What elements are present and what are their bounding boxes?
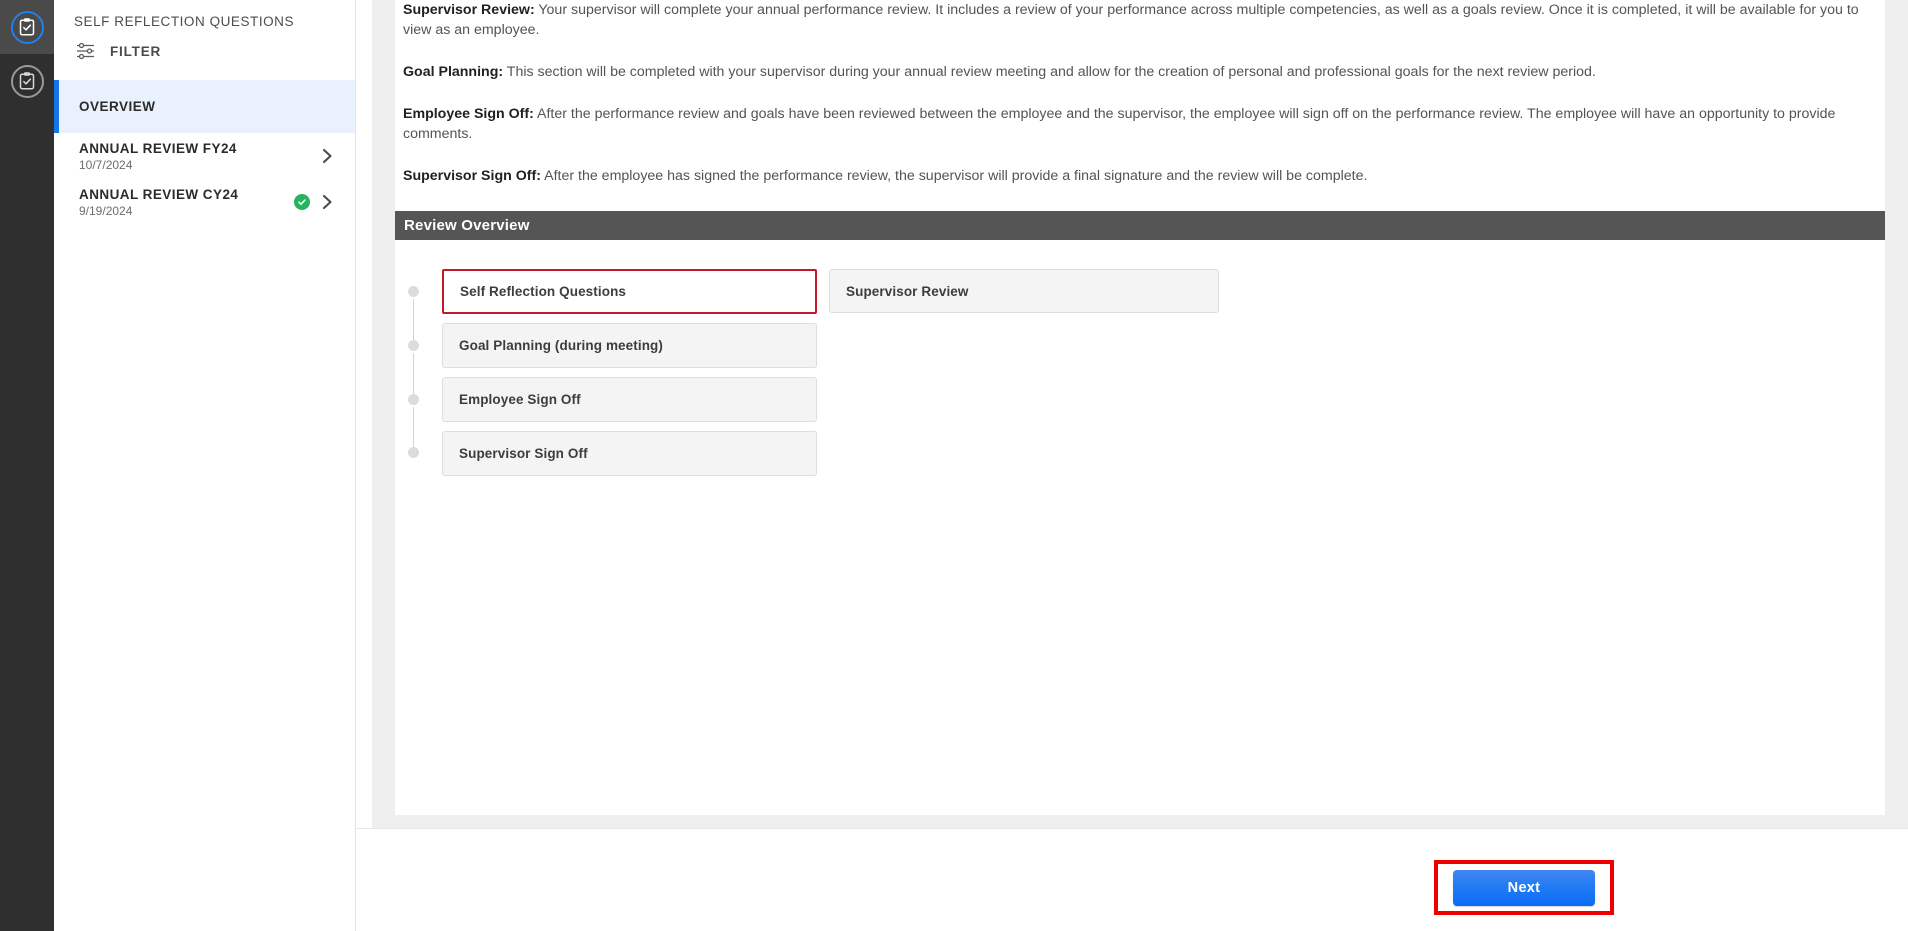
sidebar-item-date: 9/19/2024 xyxy=(79,203,133,218)
content-wrapper: Supervisor Review: Your supervisor will … xyxy=(357,0,1908,828)
paragraph-body: Your supervisor will complete your annua… xyxy=(403,2,1859,38)
timeline-dot xyxy=(408,447,419,458)
step-card-goal-planning[interactable]: Goal Planning (during meeting) xyxy=(442,323,817,368)
step-label: Employee Sign Off xyxy=(459,392,581,407)
review-overview-title: Review Overview xyxy=(404,217,530,234)
paragraph-employee-sign-off: Employee Sign Off: After the performance… xyxy=(395,104,1877,144)
steps-timeline xyxy=(395,269,442,485)
filter-button[interactable]: FILTER xyxy=(54,30,355,74)
steps-primary-column: Self Reflection Questions Goal Planning … xyxy=(442,269,817,485)
right-gutter-strip xyxy=(1885,0,1908,828)
step-card-employee-sign-off[interactable]: Employee Sign Off xyxy=(442,377,817,422)
step-label: Self Reflection Questions xyxy=(460,284,627,299)
left-gutter-strip xyxy=(372,0,395,828)
paragraph-term: Supervisor Review: xyxy=(403,2,535,18)
sidebar-item-text: ANNUAL REVIEW FY24 10/7/2024 xyxy=(79,141,237,172)
content-card: Supervisor Review: Your supervisor will … xyxy=(395,0,1885,815)
rail-item-self-reflection[interactable] xyxy=(0,0,54,54)
paragraph-term: Supervisor Sign Off: xyxy=(403,168,541,184)
step-card-supervisor-sign-off[interactable]: Supervisor Sign Off xyxy=(442,431,817,476)
tune-slider-icon xyxy=(76,42,96,60)
timeline-dot xyxy=(408,286,419,297)
chevron-right-icon[interactable] xyxy=(320,193,335,211)
paragraph-body: After the performance review and goals h… xyxy=(403,106,1836,142)
review-steps-area: Self Reflection Questions Goal Planning … xyxy=(395,240,1885,485)
sidebar-nav-list: OVERVIEW ANNUAL REVIEW FY24 10/7/2024 AN… xyxy=(54,80,355,225)
sidebar-item-overview-label: OVERVIEW xyxy=(79,99,156,114)
next-button-annotation: Next xyxy=(1434,860,1614,915)
icon-rail xyxy=(0,0,54,931)
sidebar-item-date: 10/7/2024 xyxy=(79,157,133,172)
sidebar-item-right xyxy=(294,193,335,211)
app-root: SELF REFLECTION QUESTIONS FILTER OVERVIE… xyxy=(0,0,1908,931)
timeline-dot xyxy=(408,394,419,405)
timeline-connector xyxy=(413,353,414,395)
sidebar-item-title: ANNUAL REVIEW FY24 xyxy=(79,140,237,156)
paragraph-body: After the employee has signed the perfor… xyxy=(540,168,1368,184)
review-overview-header: Review Overview xyxy=(395,211,1885,240)
intro-paragraphs: Supervisor Review: Your supervisor will … xyxy=(395,0,1885,186)
paragraph-supervisor-review: Supervisor Review: Your supervisor will … xyxy=(395,0,1877,40)
sidebar: SELF REFLECTION QUESTIONS FILTER OVERVIE… xyxy=(54,0,356,931)
clipboard-check-icon xyxy=(10,10,44,44)
chevron-right-icon[interactable] xyxy=(320,147,335,165)
step-label: Supervisor Review xyxy=(846,283,969,299)
paragraph-term: Goal Planning: xyxy=(403,64,504,80)
clipboard-check-icon xyxy=(10,64,44,98)
paragraph-supervisor-sign-off: Supervisor Sign Off: After the employee … xyxy=(395,166,1877,186)
timeline-connector xyxy=(413,299,414,341)
footer-bar: Next xyxy=(357,828,1908,931)
steps-secondary-column: Supervisor Review xyxy=(829,269,1219,485)
paragraph-term: Employee Sign Off: xyxy=(403,106,534,122)
sidebar-title: SELF REFLECTION QUESTIONS xyxy=(74,14,295,29)
sidebar-item-title: ANNUAL REVIEW CY24 xyxy=(79,186,239,202)
sidebar-item-annual-review-fy24[interactable]: ANNUAL REVIEW FY24 10/7/2024 xyxy=(54,133,355,179)
sidebar-item-overview[interactable]: OVERVIEW xyxy=(54,80,355,133)
step-label: Supervisor Sign Off xyxy=(459,446,588,461)
check-circle-icon xyxy=(294,194,310,210)
paragraph-goal-planning: Goal Planning: This section will be comp… xyxy=(395,62,1877,82)
timeline-dot xyxy=(408,340,419,351)
timeline-connector xyxy=(413,407,414,448)
next-button[interactable]: Next xyxy=(1453,869,1595,906)
rail-item-reviews[interactable] xyxy=(0,54,54,108)
step-card-supervisor-review[interactable]: Supervisor Review xyxy=(829,269,1219,313)
step-card-self-reflection-questions[interactable]: Self Reflection Questions xyxy=(442,269,817,314)
sidebar-item-right xyxy=(320,147,335,165)
step-label: Goal Planning (during meeting) xyxy=(459,338,663,353)
sidebar-item-annual-review-cy24[interactable]: ANNUAL REVIEW CY24 9/19/2024 xyxy=(54,179,355,225)
sidebar-item-text: ANNUAL REVIEW CY24 9/19/2024 xyxy=(79,187,238,218)
filter-label: FILTER xyxy=(110,43,162,59)
card-bottom-band xyxy=(372,815,1885,828)
paragraph-body: This section will be completed with your… xyxy=(503,64,1596,80)
main-content: Supervisor Review: Your supervisor will … xyxy=(357,0,1908,931)
